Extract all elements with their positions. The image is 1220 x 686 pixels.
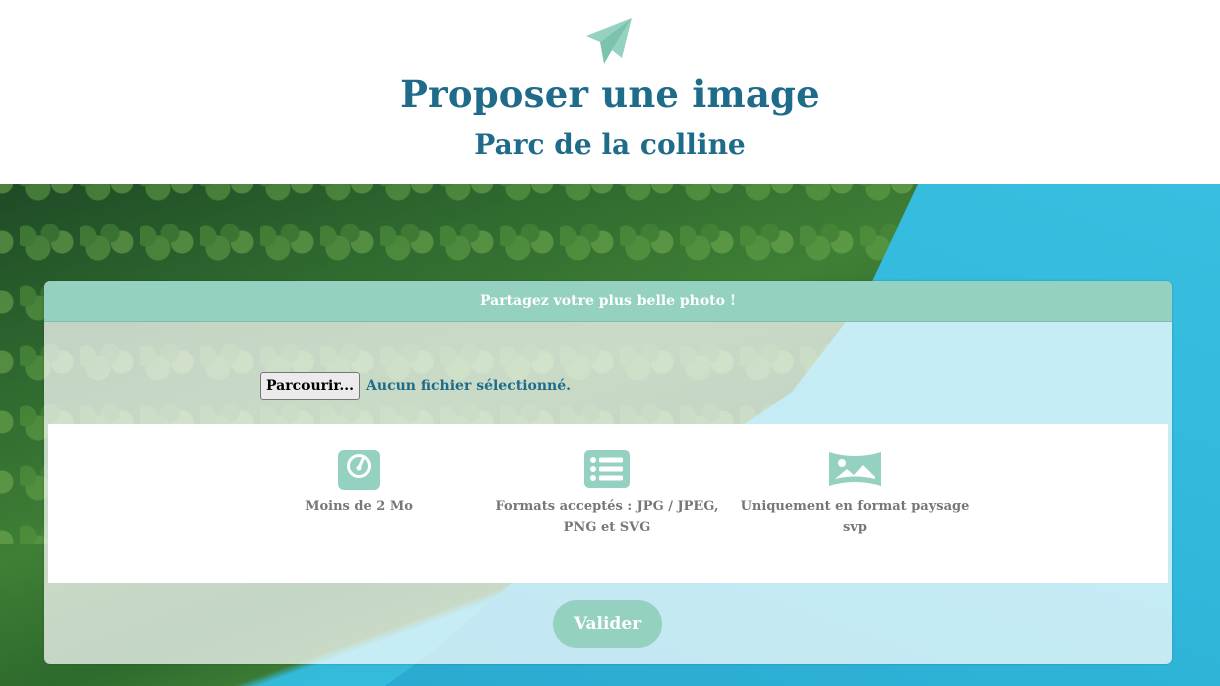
paper-plane-icon (586, 18, 632, 64)
browse-button[interactable]: Parcourir... (260, 372, 361, 400)
requirement-size: Moins de 2 Mo (244, 448, 474, 517)
submit-button[interactable]: Valider (553, 600, 662, 648)
page-subtitle: Parc de la colline (474, 128, 746, 161)
page-title: Proposer une image (400, 72, 820, 116)
file-input: Parcourir... Aucun fichier sélectionné. (260, 371, 571, 401)
requirement-size-label: Moins de 2 Mo (305, 499, 413, 514)
card-heading: Partagez votre plus belle photo ! (44, 281, 1172, 322)
scale-icon (338, 450, 380, 490)
requirement-orientation: Uniquement en format paysage svp (740, 448, 970, 538)
requirements-panel: Moins de 2 Mo Formats acceptés : JPG / J… (48, 424, 1168, 583)
requirement-orientation-label: Uniquement en format paysage svp (740, 499, 970, 535)
requirement-formats-label: Formats acceptés : JPG / JPEG, PNG et SV… (495, 499, 719, 535)
file-status: Aucun fichier sélectionné. (366, 378, 572, 394)
page-header: Proposer une image Parc de la colline (0, 0, 1220, 184)
requirement-formats: Formats acceptés : JPG / JPEG, PNG et SV… (492, 448, 722, 538)
list-icon (584, 450, 630, 488)
landscape-image-icon (829, 452, 881, 486)
upload-card: Partagez votre plus belle photo ! Parcou… (44, 281, 1172, 664)
